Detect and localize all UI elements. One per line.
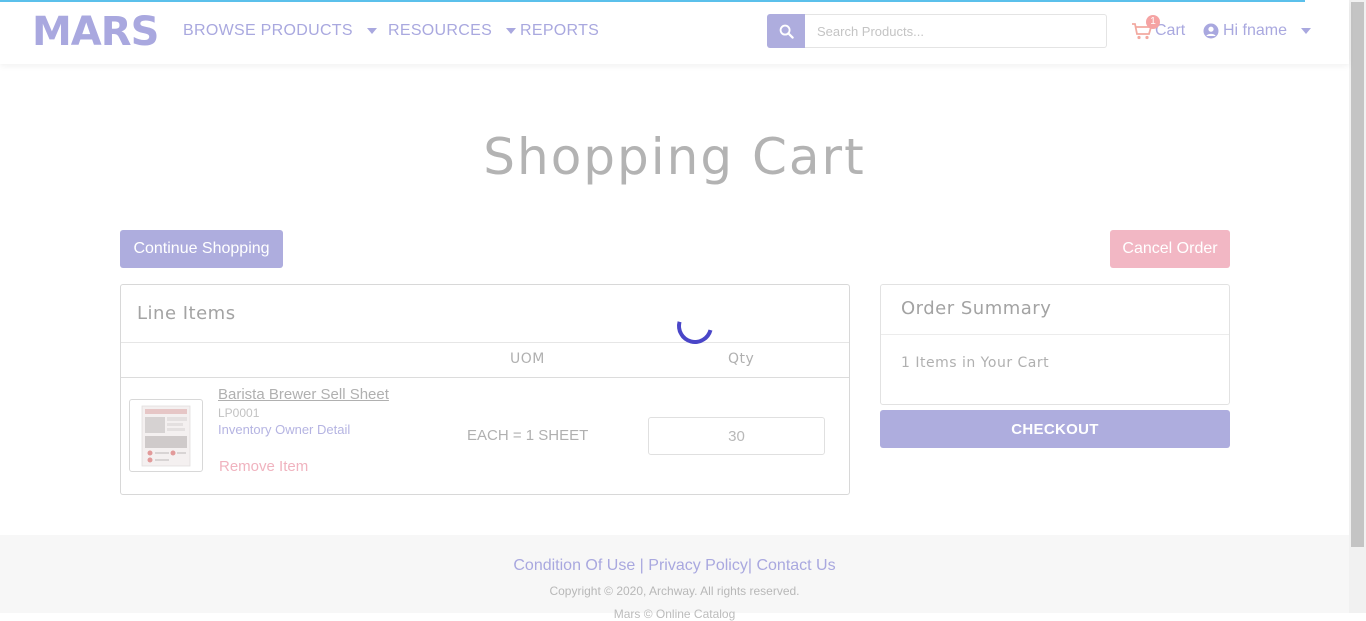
nav-browse-label: BROWSE PRODUCTS xyxy=(183,22,353,39)
sell-sheet-image xyxy=(141,405,191,467)
vertical-scrollbar[interactable] xyxy=(1349,0,1366,613)
uom-column-header: UOM xyxy=(510,351,545,367)
cart-count-badge: 1 xyxy=(1146,15,1160,29)
cart-link[interactable]: 1 Cart xyxy=(1131,15,1186,40)
search-icon xyxy=(779,24,794,39)
cart-icon-wrap: 1 xyxy=(1131,15,1160,40)
user-greeting: Hi fname xyxy=(1223,22,1288,39)
footer-subtext: Mars © Online Catalog xyxy=(613,607,736,621)
cart-item-count: 1 Items in Your Cart xyxy=(901,355,1050,371)
user-menu[interactable]: Hi fname xyxy=(1203,22,1312,40)
chevron-down-icon xyxy=(506,28,517,34)
product-thumbnail[interactable] xyxy=(129,399,203,472)
page-footer: Condition Of Use | Privacy Policy| Conta… xyxy=(0,535,1349,621)
order-summary-panel: Order Summary 1 Items in Your Cart xyxy=(880,284,1230,405)
user-circle-icon xyxy=(1203,23,1219,39)
page-loading-bar xyxy=(0,0,1305,2)
product-sku: LP0001 xyxy=(218,406,260,420)
page-title: Shopping Cart xyxy=(483,128,866,186)
copyright-text: Copyright © 2020, Archway. All rights re… xyxy=(549,584,800,598)
search-button[interactable] xyxy=(767,14,805,48)
line-items-title: Line Items xyxy=(137,303,236,324)
line-items-panel: Line Items UOM Qty Barista Brewer Sell S… xyxy=(120,284,850,495)
checkout-button[interactable]: CHECKOUT xyxy=(880,410,1230,448)
top-header: MARS BROWSE PRODUCTS RESOURCES REPORTS 1… xyxy=(0,0,1349,64)
order-summary-heading: Order Summary xyxy=(881,285,1229,335)
nav-reports[interactable]: REPORTS xyxy=(520,22,599,40)
line-items-heading: Line Items xyxy=(121,285,849,343)
footer-separator: | xyxy=(747,557,753,574)
nav-resources[interactable]: RESOURCES xyxy=(388,22,517,40)
scrollbar-thumb[interactable] xyxy=(1351,2,1364,547)
privacy-policy-link[interactable]: Privacy Policy xyxy=(648,557,748,574)
contact-us-link[interactable]: Contact Us xyxy=(756,557,835,574)
cancel-order-button[interactable]: Cancel Order xyxy=(1110,230,1230,268)
product-name-link[interactable]: Barista Brewer Sell Sheet xyxy=(218,386,389,403)
inventory-owner-link[interactable]: Inventory Owner Detail xyxy=(218,422,350,437)
nav-reports-label: REPORTS xyxy=(520,22,600,39)
mars-logo[interactable]: MARS xyxy=(32,10,159,54)
nav-browse-products[interactable]: BROWSE PRODUCTS xyxy=(183,22,377,40)
search-input[interactable] xyxy=(805,14,1107,48)
chevron-down-icon xyxy=(366,28,377,34)
remove-item-link[interactable]: Remove Item xyxy=(219,458,308,475)
qty-column-header: Qty xyxy=(728,351,755,367)
quantity-input[interactable] xyxy=(648,417,825,455)
condition-of-use-link[interactable]: Condition Of Use xyxy=(513,557,635,574)
cart-label: Cart xyxy=(1155,22,1186,39)
nav-resources-label: RESOURCES xyxy=(388,22,493,39)
footer-links: Condition Of Use | Privacy Policy| Conta… xyxy=(0,557,1349,575)
uom-value: EACH = 1 SHEET xyxy=(467,427,589,444)
chevron-down-icon xyxy=(1301,28,1312,34)
order-summary-title: Order Summary xyxy=(901,298,1052,319)
header-divider xyxy=(121,377,849,378)
continue-shopping-button[interactable]: Continue Shopping xyxy=(120,230,283,268)
footer-separator: | xyxy=(639,557,644,574)
